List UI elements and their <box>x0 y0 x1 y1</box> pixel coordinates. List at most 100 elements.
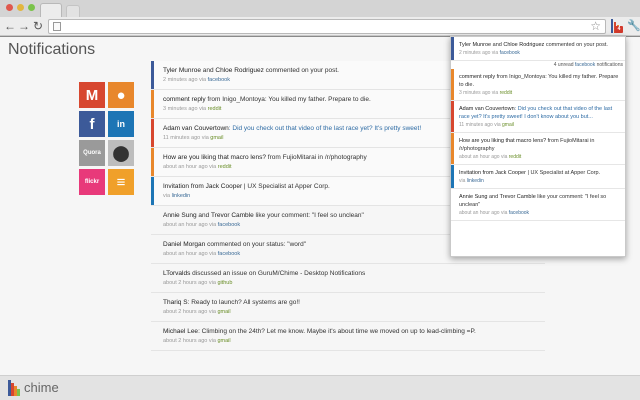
notification-source-link[interactable]: facebook <box>509 210 529 216</box>
notification-time: 11 minutes ago via <box>459 122 502 128</box>
reddit-label: ● <box>116 86 126 104</box>
notification-meta: about 2 hours ago via gmail <box>163 337 539 346</box>
unread-source[interactable]: facebook <box>575 62 595 68</box>
notification-source-link[interactable]: gmail <box>502 122 514 128</box>
notification-source-link[interactable]: linkedin <box>467 178 484 184</box>
notification-subject: Invitation from Jack Cooper <box>163 183 243 190</box>
notification-source-link[interactable]: github <box>217 280 232 286</box>
notification-source-link[interactable]: reddit <box>509 154 522 160</box>
notification-time: via <box>163 193 172 199</box>
popup-item[interactable]: Tyler Munroe and Chloe Rodriguez comment… <box>451 37 625 61</box>
connector-text: and <box>196 212 211 219</box>
flickr-icon[interactable]: flickr <box>79 169 105 195</box>
address-bar[interactable]: ☆ <box>48 19 606 34</box>
notification-source-link[interactable]: reddit <box>218 164 232 170</box>
notification-time: via <box>459 178 467 184</box>
minimize-window-button[interactable] <box>17 4 24 11</box>
popup-item[interactable]: comment reply from Inigo_Montoya: You ki… <box>451 69 625 101</box>
notification-source-link[interactable]: facebook <box>208 77 230 83</box>
extension-badge: 4 <box>615 26 623 33</box>
source-color-bar <box>451 37 454 60</box>
source-color-bar <box>451 133 454 164</box>
gmail-icon[interactable]: M <box>79 82 105 108</box>
notification-meta: about an hour ago via facebook <box>459 209 620 217</box>
reddit-icon[interactable]: ● <box>108 82 134 108</box>
maximize-window-button[interactable] <box>28 4 35 11</box>
notification-body: | UX Specialist at Apper Corp. <box>525 170 601 176</box>
source-color-bar <box>451 101 454 132</box>
quora-icon[interactable]: Quora <box>79 140 105 166</box>
notification-body: : Climbing on the 24th? Let me know. May… <box>198 328 476 335</box>
page-icon <box>53 22 61 31</box>
source-color-bar <box>151 90 154 118</box>
wrench-icon[interactable]: 🔧 <box>627 19 640 32</box>
notification-time: about an hour ago via <box>459 210 509 216</box>
notification-body: from Inigo_Montoya: You killed my father… <box>205 96 371 103</box>
notification-source-link[interactable]: gmail <box>217 309 230 315</box>
facebook-icon[interactable]: f <box>79 111 105 137</box>
back-arrow-icon[interactable]: ← <box>3 19 17 33</box>
list-item[interactable]: Michael Lee: Climbing on the 24th? Let m… <box>151 322 545 351</box>
notification-source-link[interactable]: facebook <box>218 251 240 257</box>
notification-meta: 2 minutes ago via facebook <box>459 49 620 57</box>
github-label: ⬤ <box>112 145 130 162</box>
notification-text: Thariq S: Ready to launch? All systems a… <box>163 298 539 307</box>
notification-subject: Trevor Camble <box>210 212 254 219</box>
social-services-grid: M ● f in Quora ⬤ flickr ≡ <box>79 82 135 195</box>
list-item[interactable]: Thariq S: Ready to launch? All systems a… <box>151 293 545 322</box>
browser-toolbar: ← → ↻ ☆ 4 🔧 <box>0 17 640 36</box>
list-item[interactable]: LTorvalds discussed an issue on GuruM/Ch… <box>151 264 545 293</box>
notification-meta: 11 minutes ago via gmail <box>459 121 620 129</box>
notification-body: discussed an issue on GuruM/Chime - Desk… <box>190 270 366 277</box>
notification-time: 2 minutes ago via <box>459 50 500 56</box>
source-color-bar <box>451 165 454 188</box>
stackoverflow-icon[interactable]: ≡ <box>108 169 134 195</box>
browser-tabstrip <box>0 0 640 17</box>
notification-body: like your comment: "I feel so unclean" <box>253 212 364 219</box>
source-color-bar <box>151 177 154 205</box>
notification-subject: Invitation from Jack Cooper <box>459 170 526 176</box>
notification-subject: Adam van Couvertown <box>459 106 515 112</box>
notification-time: 11 minutes ago via <box>163 135 211 141</box>
bookmark-star-icon[interactable]: ☆ <box>590 19 601 33</box>
popup-item[interactable]: How are you liking that macro lens? from… <box>451 133 625 165</box>
notification-time: about an hour ago via <box>163 222 218 228</box>
notification-subject: Chloe Rodriguez <box>503 42 545 48</box>
notification-text: How are you liking that macro lens? from… <box>459 137 620 153</box>
linkedin-icon[interactable]: in <box>108 111 134 137</box>
notification-time: 2 minutes ago via <box>163 77 208 83</box>
github-icon[interactable]: ⬤ <box>108 140 134 166</box>
popup-item[interactable]: Adam van Couvertown: Did you check out t… <box>451 101 625 133</box>
popup-item[interactable]: Invitation from Jack Cooper | UX Special… <box>451 165 625 189</box>
notification-source-link[interactable]: linkedin <box>172 193 191 199</box>
reload-icon[interactable]: ↻ <box>31 19 45 33</box>
notification-body: commented on your post. <box>544 42 608 48</box>
logo-text: chime <box>24 380 59 395</box>
gmail-label: M <box>85 86 99 104</box>
notification-body: : Ready to launch? All systems are go!! <box>187 299 300 306</box>
close-window-button[interactable] <box>6 4 13 11</box>
new-tab-button[interactable] <box>66 5 80 17</box>
browser-tab-active[interactable] <box>40 3 62 17</box>
notification-source-link[interactable]: gmail <box>210 135 223 141</box>
notification-source-link[interactable]: reddit <box>500 90 513 96</box>
notification-time: 3 minutes ago via <box>459 90 500 96</box>
notification-source-link[interactable]: gmail <box>217 338 230 344</box>
forward-arrow-icon[interactable]: → <box>17 19 31 33</box>
notification-source-link[interactable]: facebook <box>218 222 240 228</box>
notification-body: | UX Specialist at Apper Corp. <box>242 183 330 190</box>
notification-text: Tyler Munroe and Chloe Rodriguez comment… <box>459 41 620 49</box>
notification-subject: How are you liking that macro lens? <box>163 154 266 161</box>
popup-item[interactable]: Annie Sung and Trevor Camble like your c… <box>451 189 625 221</box>
notification-time: about an hour ago via <box>163 164 218 170</box>
notification-text: Adam van Couvertown: Did you check out t… <box>459 105 620 121</box>
unread-count[interactable]: 4 unread facebook notifications <box>451 61 625 69</box>
notification-source-link[interactable]: facebook <box>500 50 520 56</box>
notification-time: about 2 hours ago via <box>163 309 218 315</box>
chime-logo-icon <box>8 380 22 396</box>
notification-body: commented on your post. <box>263 67 339 74</box>
linkedin-label: in <box>117 119 125 129</box>
notification-meta: 3 minutes ago via reddit <box>459 89 620 97</box>
notification-source-link[interactable]: reddit <box>208 106 222 112</box>
notification-subject: comment reply <box>459 74 496 80</box>
